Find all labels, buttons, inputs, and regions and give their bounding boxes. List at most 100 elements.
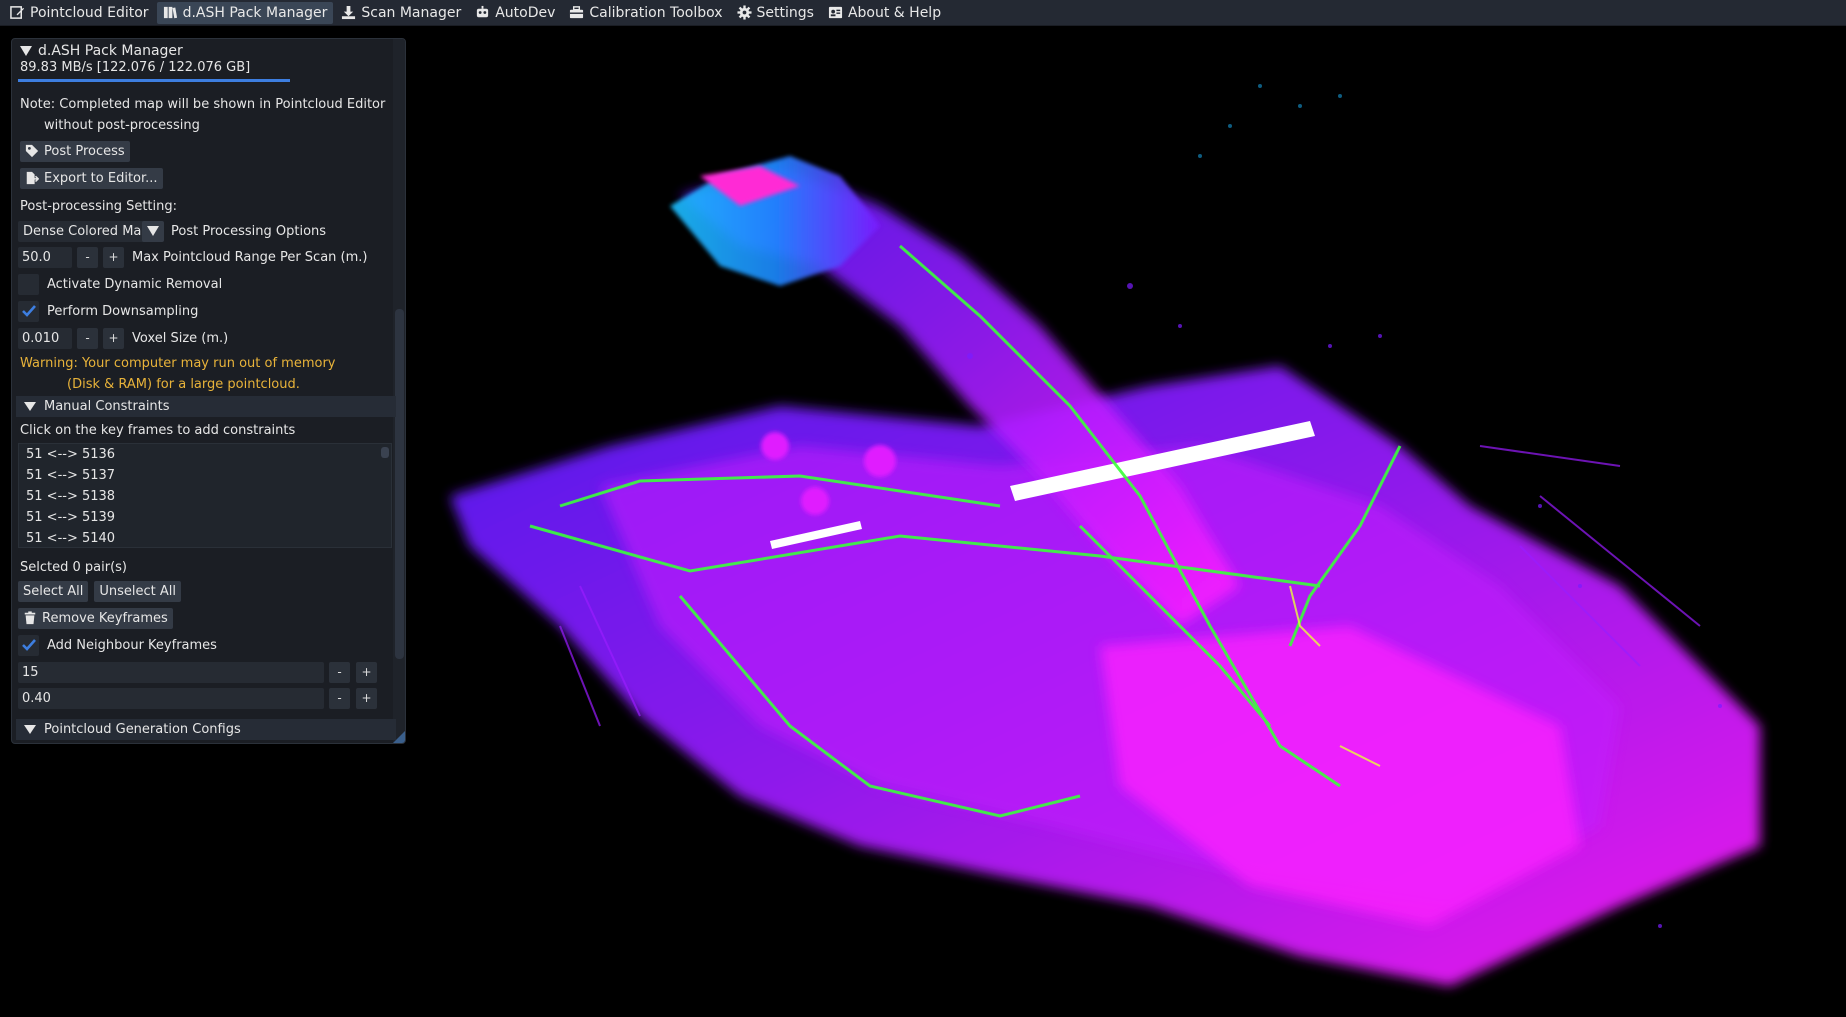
max-range-label: Max Pointcloud Range Per Scan (m.)	[132, 249, 368, 265]
gear-icon	[737, 5, 752, 20]
pointcloud-generation-header[interactable]: Pointcloud Generation Configs	[16, 719, 396, 740]
manual-constraints-header[interactable]: Manual Constraints	[16, 396, 396, 417]
unselect-all-button[interactable]: Unselect All	[94, 580, 181, 602]
neighbour-dist-row: 0.40 - +	[18, 687, 377, 709]
resize-grip[interactable]	[393, 731, 405, 743]
panel-title: d.ASH Pack Manager	[38, 43, 183, 59]
remove-keyframes-button[interactable]: Remove Keyframes	[18, 607, 173, 629]
voxel-row: 0.010 - + Voxel Size (m.)	[18, 327, 228, 349]
pointcloud-generation-title: Pointcloud Generation Configs	[44, 722, 241, 737]
max-range-row: 50.0 - + Max Pointcloud Range Per Scan (…	[18, 246, 368, 268]
pp-setting-row: Post-processing Setting:	[20, 195, 177, 217]
neighbour-distance-value: 0.40	[22, 690, 51, 706]
memory-warning: (Disk & RAM) for a large pointcloud.	[67, 373, 300, 395]
neighbour-distance-input[interactable]: 0.40	[18, 687, 324, 709]
selected-count-row: Selcted 0 pair(s)	[20, 556, 127, 578]
menu-label: AutoDev	[495, 4, 556, 21]
pp-options-label: Post Processing Options	[171, 223, 327, 239]
add-neighbour-checkbox[interactable]	[18, 634, 39, 656]
menu-label: Settings	[756, 4, 814, 21]
note-text: without post-processing	[44, 117, 200, 133]
tag-icon	[25, 144, 39, 158]
menu-pointcloud-editor[interactable]: Pointcloud Editor	[4, 2, 155, 24]
pp-setting-label: Post-processing Setting:	[20, 198, 178, 214]
check-icon	[21, 639, 36, 651]
menu-settings[interactable]: Settings	[731, 2, 820, 24]
menu-label: d.ASH Pack Manager	[182, 4, 328, 21]
dynamic-removal-label: Activate Dynamic Removal	[47, 276, 223, 292]
constraints-hint: Click on the key frames to add constrain…	[20, 422, 296, 438]
dynamic-removal-checkbox[interactable]	[18, 273, 39, 295]
unselect-all-label: Unselect All	[99, 583, 176, 599]
voxel-size-value: 0.010	[22, 330, 60, 346]
export-label: Export to Editor...	[44, 170, 158, 186]
menu-calibration-toolbox[interactable]: Calibration Toolbox	[563, 2, 728, 24]
list-item[interactable]: 51 <--> 5138	[19, 486, 391, 507]
list-item[interactable]: 51 <--> 5140	[19, 528, 391, 549]
list-item[interactable]: 51 <--> 5136	[19, 444, 391, 465]
pp-mode-dropdown-button[interactable]	[142, 220, 164, 242]
max-range-input[interactable]: 50.0	[18, 246, 72, 268]
trash-icon	[24, 611, 36, 625]
neighbour-count-row: 15 - +	[18, 661, 377, 683]
menu-autodev[interactable]: AutoDev	[469, 2, 561, 24]
max-range-plus-button[interactable]: +	[103, 246, 124, 268]
export-to-editor-button[interactable]: Export to Editor...	[20, 167, 163, 189]
note-text: Note: Completed map will be shown in Poi…	[20, 96, 386, 112]
downsampling-checkbox[interactable]	[18, 300, 39, 322]
export-row: Export to Editor...	[20, 167, 163, 189]
post-process-button[interactable]: Post Process	[20, 140, 130, 162]
warning-text: Warning: Your computer may run out of me…	[20, 355, 336, 371]
neighbour-count-value: 15	[22, 664, 39, 680]
download-icon	[342, 5, 356, 20]
add-neighbour-label: Add Neighbour Keyframes	[47, 637, 217, 653]
downsampling-row: Perform Downsampling	[18, 300, 198, 322]
max-range-minus-button[interactable]: -	[77, 246, 98, 268]
progress-text-row: 89.83 MB/s [122.076 / 122.076 GB]	[20, 58, 250, 76]
note-line: Note: Completed map will be shown in Poi…	[20, 93, 385, 115]
list-item[interactable]: 51 <--> 5139	[19, 507, 391, 528]
progress-bar	[18, 79, 290, 82]
toolbox-icon	[570, 6, 584, 19]
selected-count: Selcted 0 pair(s)	[20, 559, 127, 575]
collapse-triangle-icon	[24, 725, 36, 734]
menu-about-help[interactable]: About & Help	[822, 2, 947, 24]
pp-mode-row: Dense Colored Map Post Processing Option…	[18, 220, 326, 242]
menu-bar: Pointcloud Editor d.ASH Pack Manager Sca…	[0, 0, 1846, 26]
dynamic-removal-row: Activate Dynamic Removal	[18, 273, 222, 295]
constraint-list[interactable]: 51 <--> 5136 51 <--> 5137 51 <--> 5138 5…	[18, 443, 392, 548]
panel-scrollbar-thumb[interactable]	[395, 309, 404, 659]
id-card-icon	[828, 6, 843, 19]
pp-mode-value: Dense Colored Map	[23, 223, 148, 239]
progress-bar-fill	[18, 79, 290, 82]
select-buttons-row: Select All Unselect All	[18, 580, 181, 602]
menu-scan-manager[interactable]: Scan Manager	[335, 2, 467, 24]
menu-dash-pack-manager[interactable]: d.ASH Pack Manager	[156, 1, 334, 24]
file-export-icon	[26, 171, 39, 185]
check-icon	[21, 305, 36, 317]
list-scrollbar[interactable]	[381, 447, 389, 458]
neighbour-distance-plus-button[interactable]: +	[356, 687, 377, 709]
voxel-minus-button[interactable]: -	[77, 327, 98, 349]
neighbour-distance-minus-button[interactable]: -	[329, 687, 350, 709]
collapse-triangle-icon	[24, 402, 36, 411]
pp-mode-select[interactable]: Dense Colored Map	[18, 220, 148, 242]
voxel-plus-button[interactable]: +	[103, 327, 124, 349]
voxel-size-label: Voxel Size (m.)	[132, 330, 229, 346]
warning-text: (Disk & RAM) for a large pointcloud.	[67, 376, 300, 392]
voxel-size-input[interactable]: 0.010	[18, 327, 72, 349]
downsampling-label: Perform Downsampling	[47, 303, 199, 319]
memory-warning: Warning: Your computer may run out of me…	[20, 352, 336, 374]
manual-constraints-title: Manual Constraints	[44, 399, 170, 414]
remove-keyframes-label: Remove Keyframes	[42, 610, 168, 626]
edit-icon	[10, 6, 25, 19]
neighbour-count-plus-button[interactable]: +	[356, 661, 377, 683]
select-all-label: Select All	[23, 583, 84, 599]
neighbour-count-input[interactable]: 15	[18, 661, 324, 683]
chevron-down-icon	[147, 226, 159, 236]
constraints-hint-row: Click on the key frames to add constrain…	[20, 419, 295, 441]
list-item[interactable]: 51 <--> 5137	[19, 465, 391, 486]
neighbour-count-minus-button[interactable]: -	[329, 661, 350, 683]
collapse-triangle-icon[interactable]	[20, 46, 32, 56]
select-all-button[interactable]: Select All	[18, 580, 89, 602]
